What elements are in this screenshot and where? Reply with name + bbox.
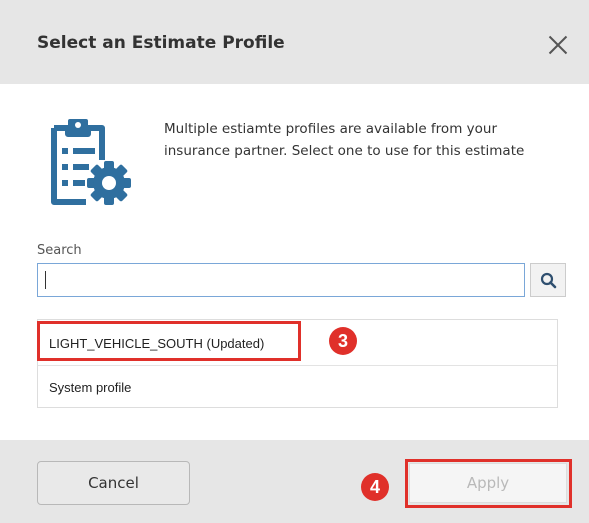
step-4-badge: 4 [361, 473, 389, 501]
dialog-title: Select an Estimate Profile [37, 33, 285, 53]
text-cursor [45, 271, 46, 289]
clipboard-gear-icon [51, 119, 131, 205]
apply-button[interactable]: Apply [409, 463, 567, 503]
dialog-header: Select an Estimate Profile [0, 0, 589, 84]
dialog-description: Multiple estiamte profiles are available… [164, 121, 525, 159]
annotation-highlight-profile [37, 321, 301, 361]
search-button[interactable] [530, 263, 566, 297]
search-icon [540, 272, 557, 289]
cancel-button[interactable]: Cancel [37, 461, 190, 505]
search-label: Search [37, 243, 82, 258]
step-3-badge: 3 [329, 327, 357, 355]
profile-item-system-profile[interactable]: System profile [38, 365, 557, 409]
estimate-profile-dialog: Select an Estimate Profile Multiple esti… [0, 0, 589, 523]
search-input[interactable] [37, 263, 525, 297]
close-icon[interactable] [546, 33, 570, 57]
